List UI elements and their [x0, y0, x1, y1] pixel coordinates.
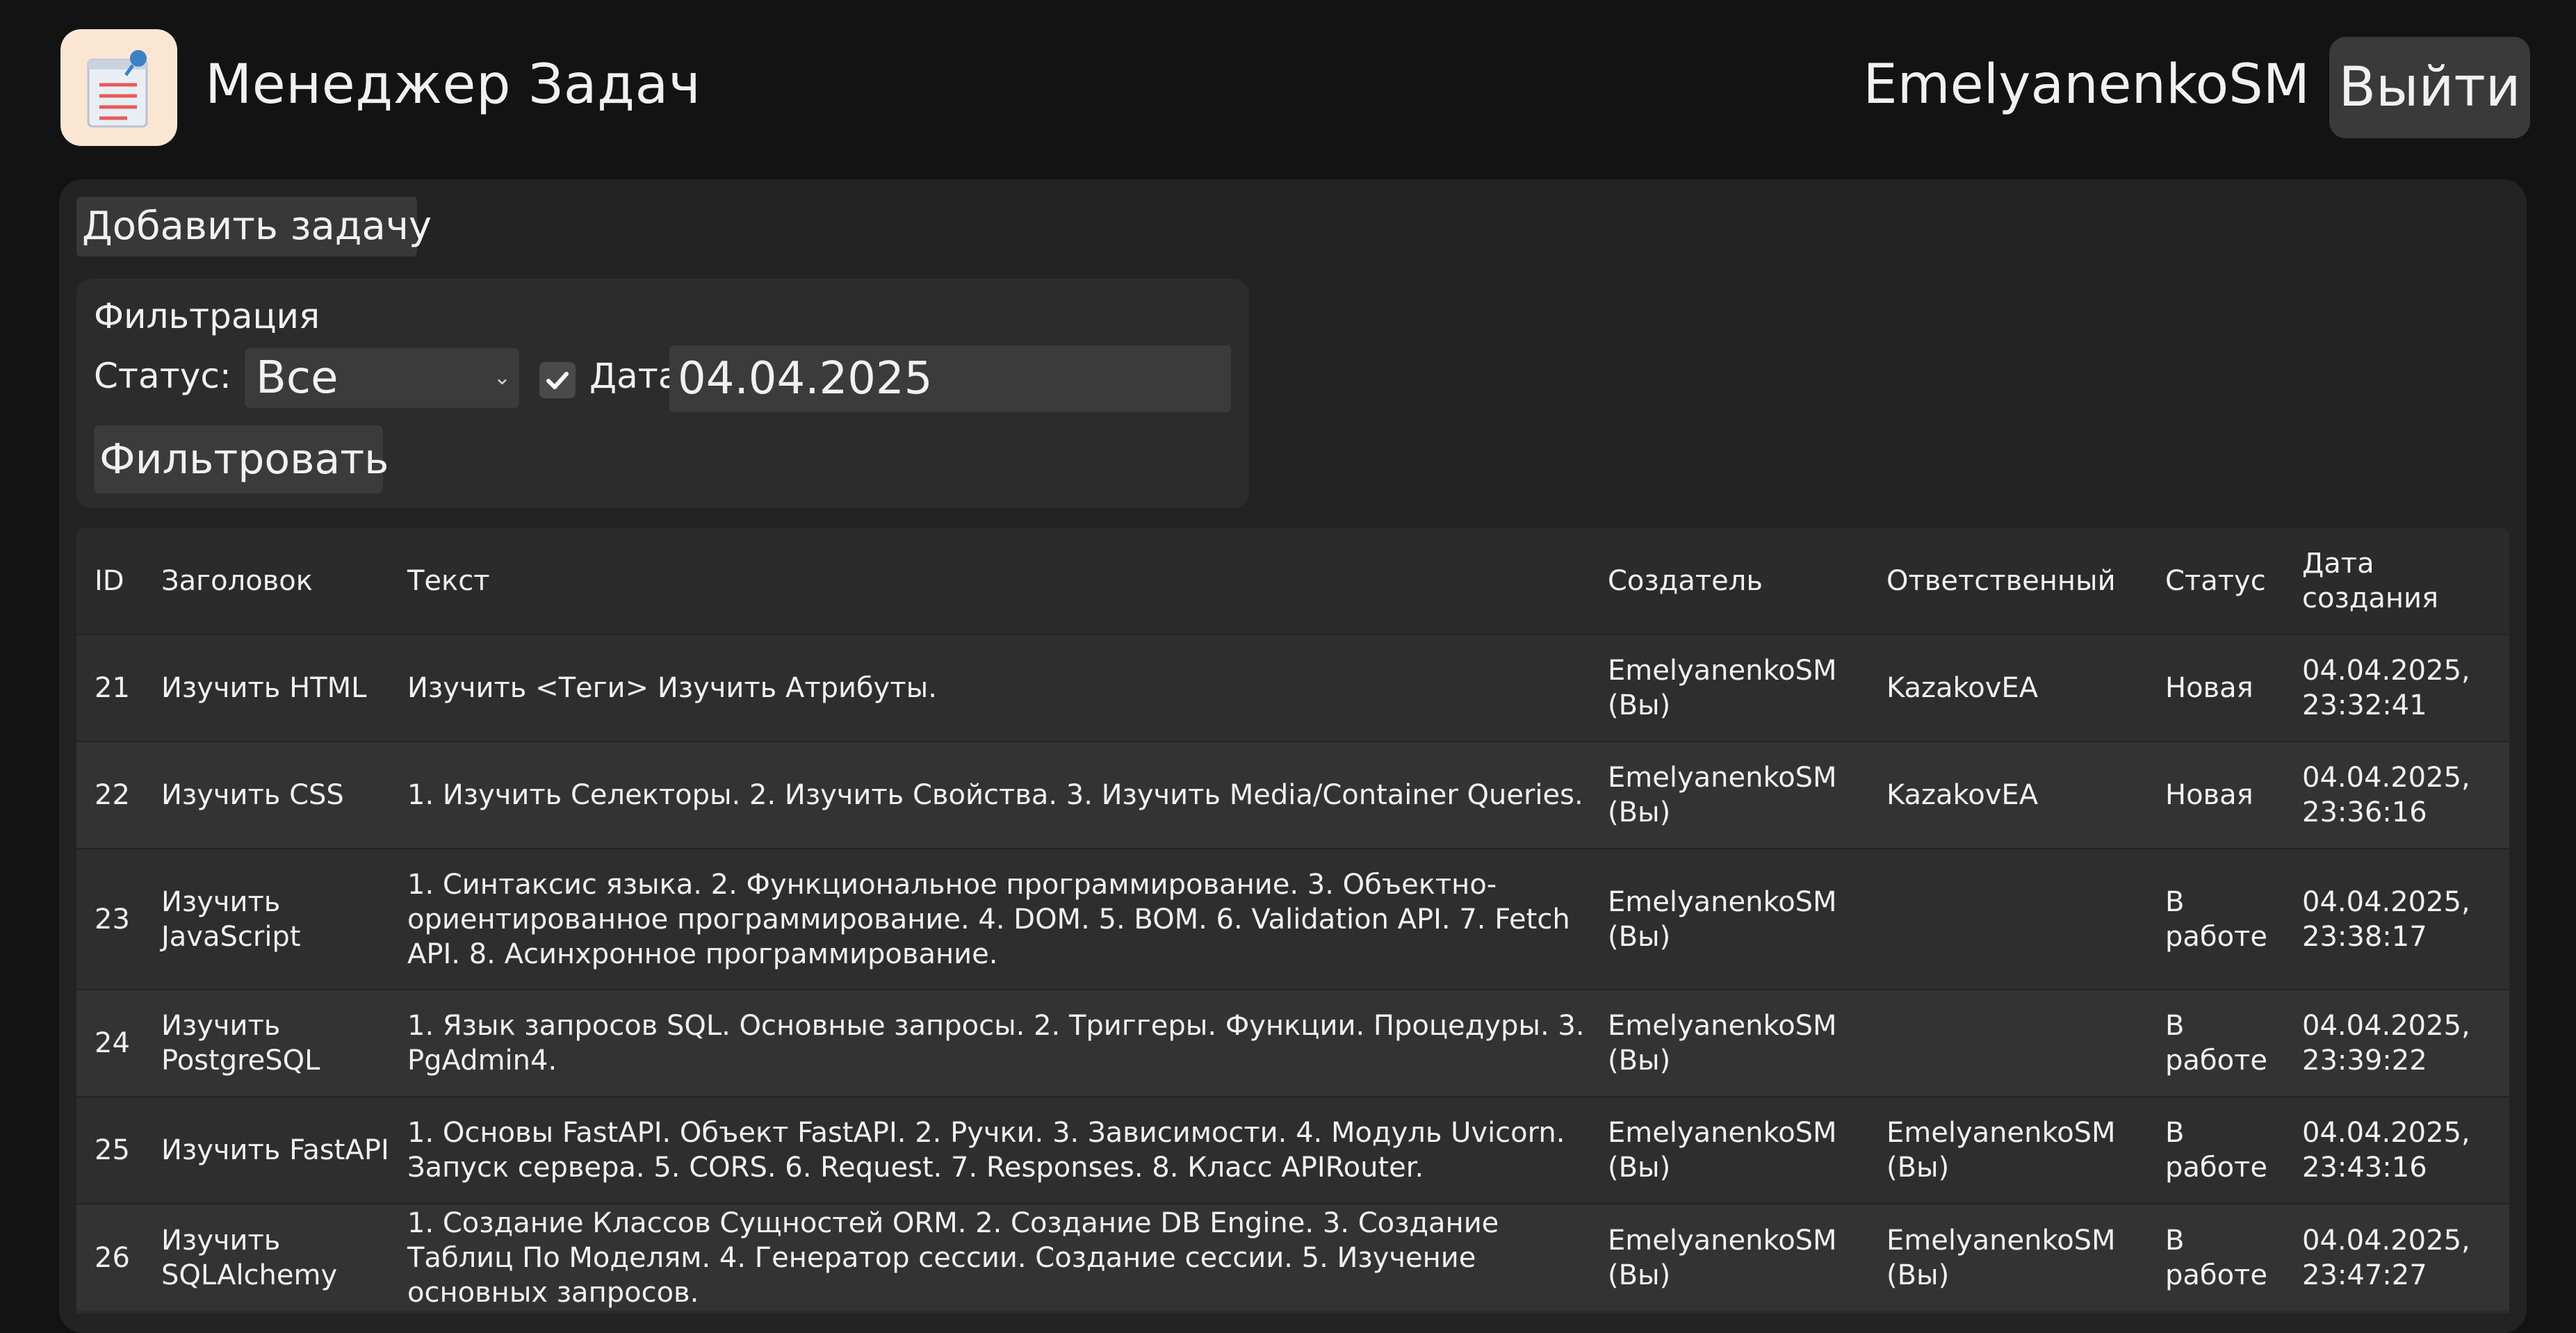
cell-status: Новая [2165, 779, 2253, 811]
cell-assignee: EmelyanenkoSM (Вы) [1886, 1224, 2116, 1291]
tasks-table: ID Заголовок Текст Создатель Ответственн… [76, 528, 2509, 1311]
cell-created: 04.04.2025, 23:36:16 [2302, 762, 2470, 828]
cell-text: 1. Синтаксис языка. 2. Функциональное пр… [407, 868, 1570, 970]
logout-button[interactable]: Выйти [2329, 37, 2530, 138]
cell-text: 1. Создание Классов Сущностей ORM. 2. Со… [407, 1207, 1499, 1309]
current-username: EmelyanenkoSM [1863, 54, 2310, 116]
cell-creator: EmelyanenkoSM (Вы) [1608, 885, 1837, 953]
column-header-id: ID [95, 565, 124, 597]
column-header-creator: Создатель [1608, 565, 1763, 597]
cell-status: В работе [2165, 1117, 2267, 1184]
cell-id: 26 [95, 1241, 130, 1274]
table-row[interactable]: 24 Изучить PostgreSQL 1. Язык запросов S… [76, 990, 2509, 1097]
cell-title: Изучить PostgreSQL [161, 1010, 320, 1077]
cell-created: 04.04.2025, 23:39:22 [2302, 1010, 2470, 1077]
cell-creator: EmelyanenkoSM (Вы) [1608, 1224, 1837, 1291]
table-row[interactable]: 22 Изучить CSS 1. Изучить Селекторы. 2. … [76, 742, 2509, 849]
cell-title: Изучить CSS [161, 779, 344, 811]
table-row[interactable]: 25 Изучить FastAPI 1. Основы FastAPI. Об… [76, 1097, 2509, 1204]
date-filter-checkbox[interactable] [539, 362, 576, 398]
filter-title: Фильтрация [94, 296, 320, 336]
cell-title: Изучить JavaScript [161, 885, 301, 953]
cell-assignee: KazakovEA [1886, 779, 2039, 811]
status-filter-label: Статус: [94, 356, 231, 396]
filter-panel: Фильтрация Статус: Все ⌄ Дата: 04.04.202… [76, 279, 1249, 508]
cell-text: 1. Язык запросов SQL. Основные запросы. … [407, 1010, 1585, 1077]
cell-status: Новая [2165, 672, 2253, 704]
cell-title: Изучить HTML [161, 672, 367, 704]
status-filter-select[interactable]: Все ⌄ [245, 348, 519, 408]
cell-assignee [1868, 849, 2147, 990]
cell-text: 1. Изучить Селекторы. 2. Изучить Свойств… [407, 779, 1583, 811]
cell-created: 04.04.2025, 23:47:27 [2302, 1224, 2470, 1291]
column-header-status: Статус [2165, 565, 2266, 597]
cell-creator: EmelyanenkoSM (Вы) [1608, 655, 1837, 721]
cell-text: 1. Основы FastAPI. Объект FastAPI. 2. Ру… [407, 1117, 1565, 1184]
table-row[interactable]: 26 Изучить SQLAlchemy 1. Создание Классо… [76, 1204, 2509, 1311]
table-row[interactable]: 21 Изучить HTML Изучить <Теги> Изучить А… [76, 635, 2509, 742]
app-header: Менеджер Задач EmelyanenkoSM Выйти [0, 0, 2576, 174]
cell-assignee: KazakovEA [1886, 672, 2039, 704]
status-filter-value: Все [256, 352, 339, 404]
cell-title: Изучить FastAPI [161, 1134, 389, 1166]
column-header-title: Заголовок [161, 565, 313, 597]
cell-id: 25 [95, 1134, 130, 1166]
column-header-assignee: Ответственный [1886, 565, 2116, 597]
cell-id: 21 [95, 672, 130, 704]
notepad-pin-icon [60, 29, 177, 146]
cell-status: В работе [2165, 885, 2267, 953]
cell-id: 24 [95, 1027, 130, 1059]
main-panel: Добавить задачу Фильтрация Статус: Все ⌄… [59, 179, 2527, 1333]
cell-creator: EmelyanenkoSM (Вы) [1608, 1117, 1837, 1184]
date-filter-input[interactable]: 04.04.2025 [669, 345, 1231, 412]
cell-created: 04.04.2025, 23:32:41 [2302, 655, 2470, 721]
cell-creator: EmelyanenkoSM (Вы) [1608, 762, 1837, 828]
checkmark-icon [546, 372, 569, 389]
column-header-created: Дата создания [2302, 548, 2439, 614]
table-row[interactable]: 23 Изучить JavaScript 1. Синтаксис языка… [76, 849, 2509, 990]
app-title: Менеджер Задач [205, 54, 701, 116]
cell-created: 04.04.2025, 23:38:17 [2302, 885, 2470, 953]
cell-id: 22 [95, 779, 130, 811]
column-header-text: Текст [407, 565, 490, 597]
cell-assignee: EmelyanenkoSM (Вы) [1886, 1117, 2116, 1184]
cell-title: Изучить SQLAlchemy [161, 1224, 338, 1291]
cell-assignee [1868, 990, 2147, 1097]
cell-id: 23 [95, 903, 130, 935]
chevron-down-icon: ⌄ [493, 366, 511, 390]
add-task-button[interactable]: Добавить задачу [76, 197, 432, 256]
cell-creator: EmelyanenkoSM (Вы) [1608, 1010, 1837, 1077]
cell-status: В работе [2165, 1224, 2267, 1291]
tasks-table-container: ID Заголовок Текст Создатель Ответственн… [76, 528, 2509, 1314]
cell-created: 04.04.2025, 23:43:16 [2302, 1117, 2470, 1184]
table-header-row: ID Заголовок Текст Создатель Ответственн… [76, 528, 2509, 635]
apply-filter-button[interactable]: Фильтровать [94, 425, 389, 493]
cell-status: В работе [2165, 1010, 2267, 1077]
cell-text: Изучить <Теги> Изучить Атрибуты. [407, 672, 937, 704]
